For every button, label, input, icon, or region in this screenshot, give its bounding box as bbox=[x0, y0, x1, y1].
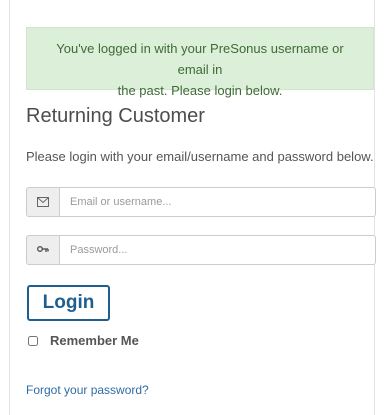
alert-text-line-1: You've logged in with your PreSonus user… bbox=[56, 41, 344, 77]
forgot-password-link[interactable]: Forgot your password? bbox=[26, 383, 149, 397]
password-input-group bbox=[26, 235, 376, 265]
email-field[interactable] bbox=[59, 187, 376, 217]
email-input-group bbox=[26, 187, 376, 217]
remember-me-checkbox[interactable] bbox=[28, 335, 38, 346]
returning-customer-heading: Returning Customer bbox=[26, 105, 205, 127]
remember-me-label: Remember Me bbox=[50, 333, 139, 348]
remember-me[interactable]: Remember Me bbox=[28, 333, 139, 348]
envelope-icon bbox=[26, 187, 59, 217]
alert-text-line-2: the past. Please login below. bbox=[117, 83, 283, 98]
key-icon bbox=[26, 235, 59, 265]
login-instructions: Please login with your email/username an… bbox=[26, 149, 374, 164]
login-button[interactable]: Login bbox=[27, 285, 110, 321]
password-field[interactable] bbox=[59, 235, 376, 265]
login-notice-alert: You've logged in with your PreSonus user… bbox=[26, 27, 374, 98]
